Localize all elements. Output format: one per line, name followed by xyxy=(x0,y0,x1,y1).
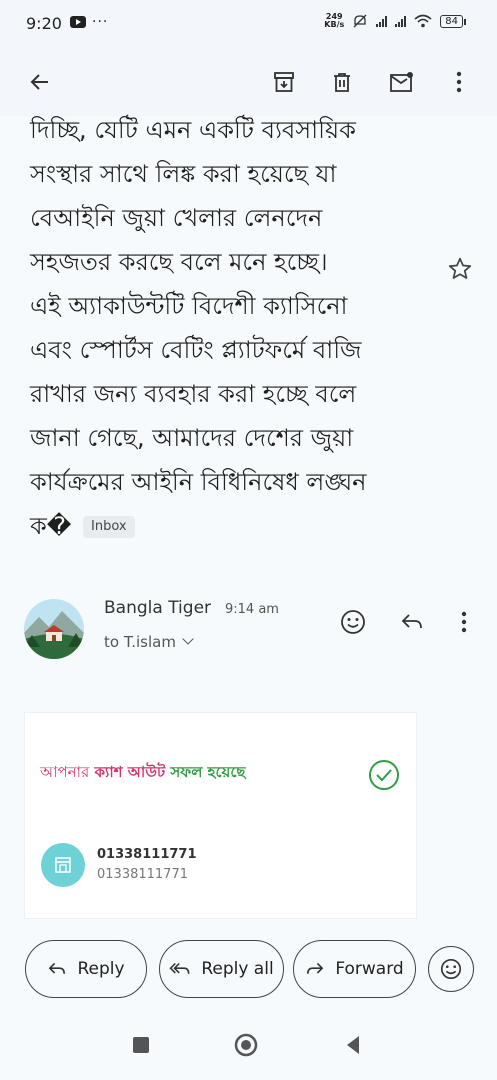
sender-header: Bangla Tiger 9:14 am to T.islam xyxy=(0,595,497,665)
check-circle-icon xyxy=(369,760,399,790)
chevron-down-icon xyxy=(182,633,194,645)
forward-icon xyxy=(307,962,324,974)
message-more-button[interactable] xyxy=(449,607,479,637)
email-body-line: সংস্থার সাথে লিঙ্ক করা হয়েছে যা xyxy=(30,160,337,188)
account-number-secondary: 01338111771 xyxy=(97,867,188,882)
more-options-button[interactable] xyxy=(437,60,481,104)
reply-label: Reply xyxy=(77,959,125,979)
reply-all-label: Reply all xyxy=(201,959,274,979)
inbox-label-chip[interactable]: Inbox xyxy=(83,516,135,538)
signal-2-icon xyxy=(395,15,407,27)
forward-label: Forward xyxy=(335,959,404,979)
status-notification-icons: ··· xyxy=(70,14,108,30)
bank-icon xyxy=(41,843,85,887)
system-nav-bar xyxy=(0,1010,497,1080)
forward-button[interactable]: Forward xyxy=(293,940,416,998)
email-body-line: এই অ্যাকাউন্টটি বিদেশী ক্যাসিনো xyxy=(30,292,348,320)
email-body-truncated-text: ক� xyxy=(30,512,72,540)
email-body-line: বেআইনি জুয়া খেলার লেনদেন xyxy=(30,204,323,232)
recent-apps-button[interactable] xyxy=(128,1032,154,1058)
recipient-text: to T.islam xyxy=(104,633,176,651)
more-vert-icon xyxy=(461,611,467,633)
reply-icon-button[interactable] xyxy=(397,607,427,637)
back-button[interactable] xyxy=(18,60,62,104)
status-right-icons: 249 KB/s 84 xyxy=(324,12,466,29)
emoji-reaction-button[interactable] xyxy=(428,946,474,992)
sender-avatar-image xyxy=(24,599,84,659)
archive-button[interactable] xyxy=(262,60,306,104)
network-speed: 249 KB/s xyxy=(324,12,345,29)
email-body-line: এবং স্পোর্টস বেটিং প্ল্যাটফর্মে বাজি xyxy=(30,336,362,364)
recipient-details-toggle[interactable]: to T.islam xyxy=(104,633,194,651)
reply-icon xyxy=(49,962,66,974)
email-body-line: জানা গেছে, আমাদের দেশের জুয়া xyxy=(30,424,354,452)
status-bar: 9:20 ··· 249 KB/s 84 xyxy=(0,0,497,50)
reply-all-icon xyxy=(169,962,190,974)
star-button[interactable] xyxy=(447,256,477,286)
cashout-title: আপনার ক্যাশ আউট সফল হয়েছে xyxy=(40,763,246,781)
signal-1-icon xyxy=(376,15,388,27)
delete-button[interactable] xyxy=(320,60,364,104)
star-icon xyxy=(448,257,472,279)
reply-icon xyxy=(401,614,422,629)
more-notifications-icon: ··· xyxy=(92,14,109,30)
app-toolbar xyxy=(0,50,497,116)
mark-unread-button[interactable] xyxy=(380,60,424,104)
reply-actions: Reply Reply all Forward xyxy=(0,940,497,1002)
email-body-line: সহজতর করছে বলে মনে হচ্ছে। xyxy=(30,248,328,276)
youtube-icon xyxy=(70,16,86,28)
battery-indicator: 84 xyxy=(440,14,466,28)
avatar[interactable] xyxy=(24,599,84,659)
message-card: আপনার ক্যাশ আউট সফল হয়েছে 01338111771 0… xyxy=(25,713,416,918)
account-number: 01338111771 xyxy=(97,847,197,862)
mute-icon xyxy=(353,14,367,28)
home-button[interactable] xyxy=(233,1032,259,1058)
add-reaction-button[interactable] xyxy=(338,607,368,637)
sent-time: 9:14 am xyxy=(225,602,279,617)
delete-icon xyxy=(334,73,350,92)
reply-all-button[interactable]: Reply all xyxy=(159,940,284,998)
smiley-icon xyxy=(341,610,365,634)
archive-icon xyxy=(274,72,294,92)
mark-unread-icon xyxy=(390,72,413,92)
email-body: দিচ্ছি, যেটি এমন একটি ব্যবসায়িক সংস্থার… xyxy=(30,108,450,548)
wifi-icon xyxy=(414,14,432,28)
status-time: 9:20 xyxy=(26,14,62,33)
email-body-line: দিচ্ছি, যেটি এমন একটি ব্যবসায়িক xyxy=(30,116,356,144)
sender-name[interactable]: Bangla Tiger xyxy=(104,598,211,618)
back-arrow-icon xyxy=(30,74,48,90)
reply-button[interactable]: Reply xyxy=(25,940,147,998)
email-body-line: কার্যক্রমের আইনি বিধিনিষেধ লঙ্ঘন xyxy=(30,468,367,496)
email-body-line: রাখার জন্য ব্যবহার করা হচ্ছে বলে xyxy=(30,380,357,408)
email-body-last-line: ক� Inbox xyxy=(30,504,450,548)
more-vert-icon xyxy=(456,71,462,93)
smiley-icon xyxy=(440,958,462,980)
back-nav-button[interactable] xyxy=(340,1032,366,1058)
